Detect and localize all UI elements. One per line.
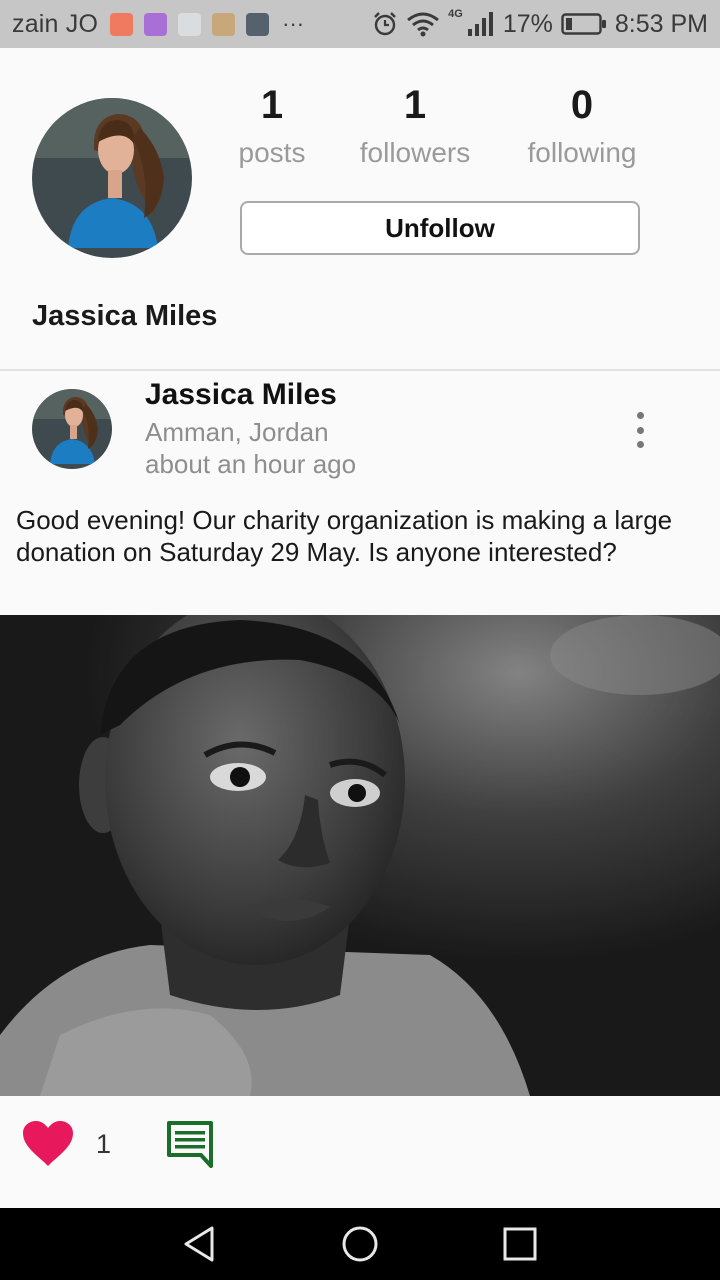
like-count: 1 bbox=[96, 1129, 112, 1159]
following-label: following bbox=[527, 137, 637, 168]
gallery-notification-icon bbox=[144, 12, 168, 36]
wifi-icon bbox=[407, 12, 440, 37]
post-timestamp: about an hour ago bbox=[145, 449, 357, 479]
post-text: Good evening! Our charity organization i… bbox=[16, 505, 673, 567]
battery-icon bbox=[561, 13, 606, 35]
followers-label: followers bbox=[359, 137, 471, 168]
recent-square-icon[interactable] bbox=[500, 1224, 540, 1264]
photo-notification-icon bbox=[178, 12, 202, 36]
picture-notification-icon bbox=[246, 12, 270, 36]
posts-stat[interactable]: 1 posts bbox=[197, 82, 347, 170]
profile-name: Jassica Miles bbox=[32, 300, 218, 332]
comment-icon[interactable] bbox=[165, 1120, 215, 1168]
posts-count: 1 bbox=[260, 83, 284, 127]
post-author-avatar[interactable] bbox=[32, 389, 112, 469]
more-notifications-icon: ··· bbox=[282, 11, 305, 36]
more-vertical-icon[interactable] bbox=[624, 406, 656, 454]
home-circle-icon[interactable] bbox=[340, 1224, 380, 1264]
carrier-name: zain JO bbox=[12, 9, 99, 38]
alarm-icon bbox=[374, 12, 397, 36]
signal-icon bbox=[467, 12, 493, 36]
followers-count: 1 bbox=[403, 83, 427, 127]
network-type: 4G bbox=[448, 8, 463, 20]
more-dot bbox=[636, 441, 644, 448]
unfollow-button[interactable]: Unfollow bbox=[240, 201, 640, 255]
clock: 8:53 PM bbox=[614, 9, 708, 38]
avatar-notification-icon bbox=[212, 12, 236, 36]
back-triangle-icon[interactable] bbox=[180, 1224, 220, 1264]
status-bar: zain JO ··· 4G 17% 8:53 PM bbox=[0, 0, 720, 48]
battery-percent: 17% bbox=[502, 9, 553, 38]
heart-icon[interactable] bbox=[22, 1120, 74, 1168]
post-image[interactable] bbox=[0, 615, 720, 1096]
mail-notification-icon bbox=[110, 12, 134, 36]
following-stat[interactable]: 0 following bbox=[507, 82, 657, 170]
more-dot bbox=[636, 412, 644, 419]
more-dot bbox=[636, 426, 644, 434]
profile-avatar[interactable] bbox=[32, 98, 192, 258]
posts-label: posts bbox=[238, 137, 306, 168]
navigation-bar bbox=[0, 1208, 720, 1280]
post-location: Amman, Jordan bbox=[145, 417, 329, 447]
post-author-name[interactable]: Jassica Miles bbox=[145, 378, 337, 412]
section-divider bbox=[0, 369, 720, 371]
followers-stat[interactable]: 1 followers bbox=[340, 82, 490, 170]
notification-icons: ··· bbox=[110, 11, 304, 37]
following-count: 0 bbox=[570, 83, 594, 127]
